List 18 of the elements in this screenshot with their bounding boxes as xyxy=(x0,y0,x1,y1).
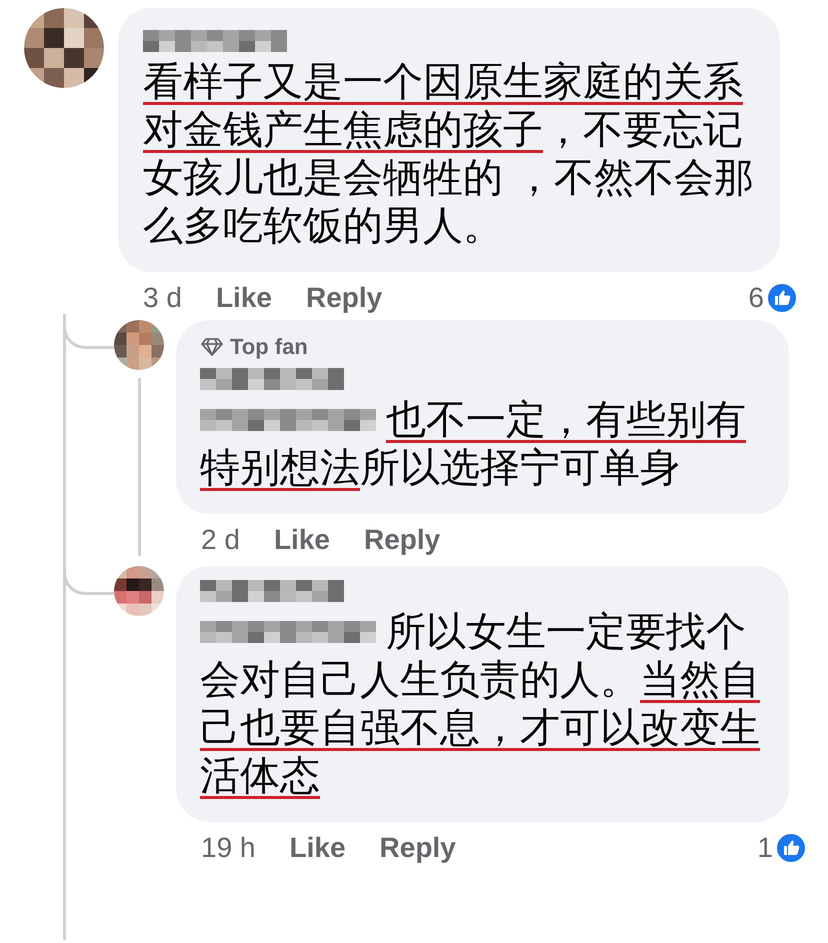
comment-text: 所以女生一定要找个会对自己人生负责的人。当然自己也要自强不息，才可以改变生活体态 xyxy=(200,610,760,798)
reply-link[interactable]: Reply xyxy=(306,282,382,314)
timestamp: 3 d xyxy=(143,282,182,314)
badge-label: Top fan xyxy=(230,334,308,360)
reply-link[interactable]: Reply xyxy=(380,832,456,864)
thumbs-up-icon xyxy=(766,282,798,314)
comment-text: 也不一定，有些别有特别想法所以选择宁可单身 xyxy=(200,398,746,490)
timestamp: 2 d xyxy=(201,524,240,556)
like-link[interactable]: Like xyxy=(290,832,346,864)
reply-link[interactable]: Reply xyxy=(364,524,440,556)
like-link[interactable]: Like xyxy=(274,524,330,556)
reaction-count: 6 xyxy=(748,282,764,314)
diamond-icon xyxy=(200,337,224,357)
timestamp: 19 h xyxy=(201,832,256,864)
comment-text: 看样子又是一个因原生家庭的关系对金钱产生焦虑的孩子，不要忘记女孩儿也是会牺牲的 ，不然不会那么多吃软饭的男人。 xyxy=(143,60,754,248)
like-link[interactable]: Like xyxy=(216,282,272,314)
thumbs-up-icon xyxy=(775,832,807,864)
reaction-count: 1 xyxy=(757,832,773,864)
